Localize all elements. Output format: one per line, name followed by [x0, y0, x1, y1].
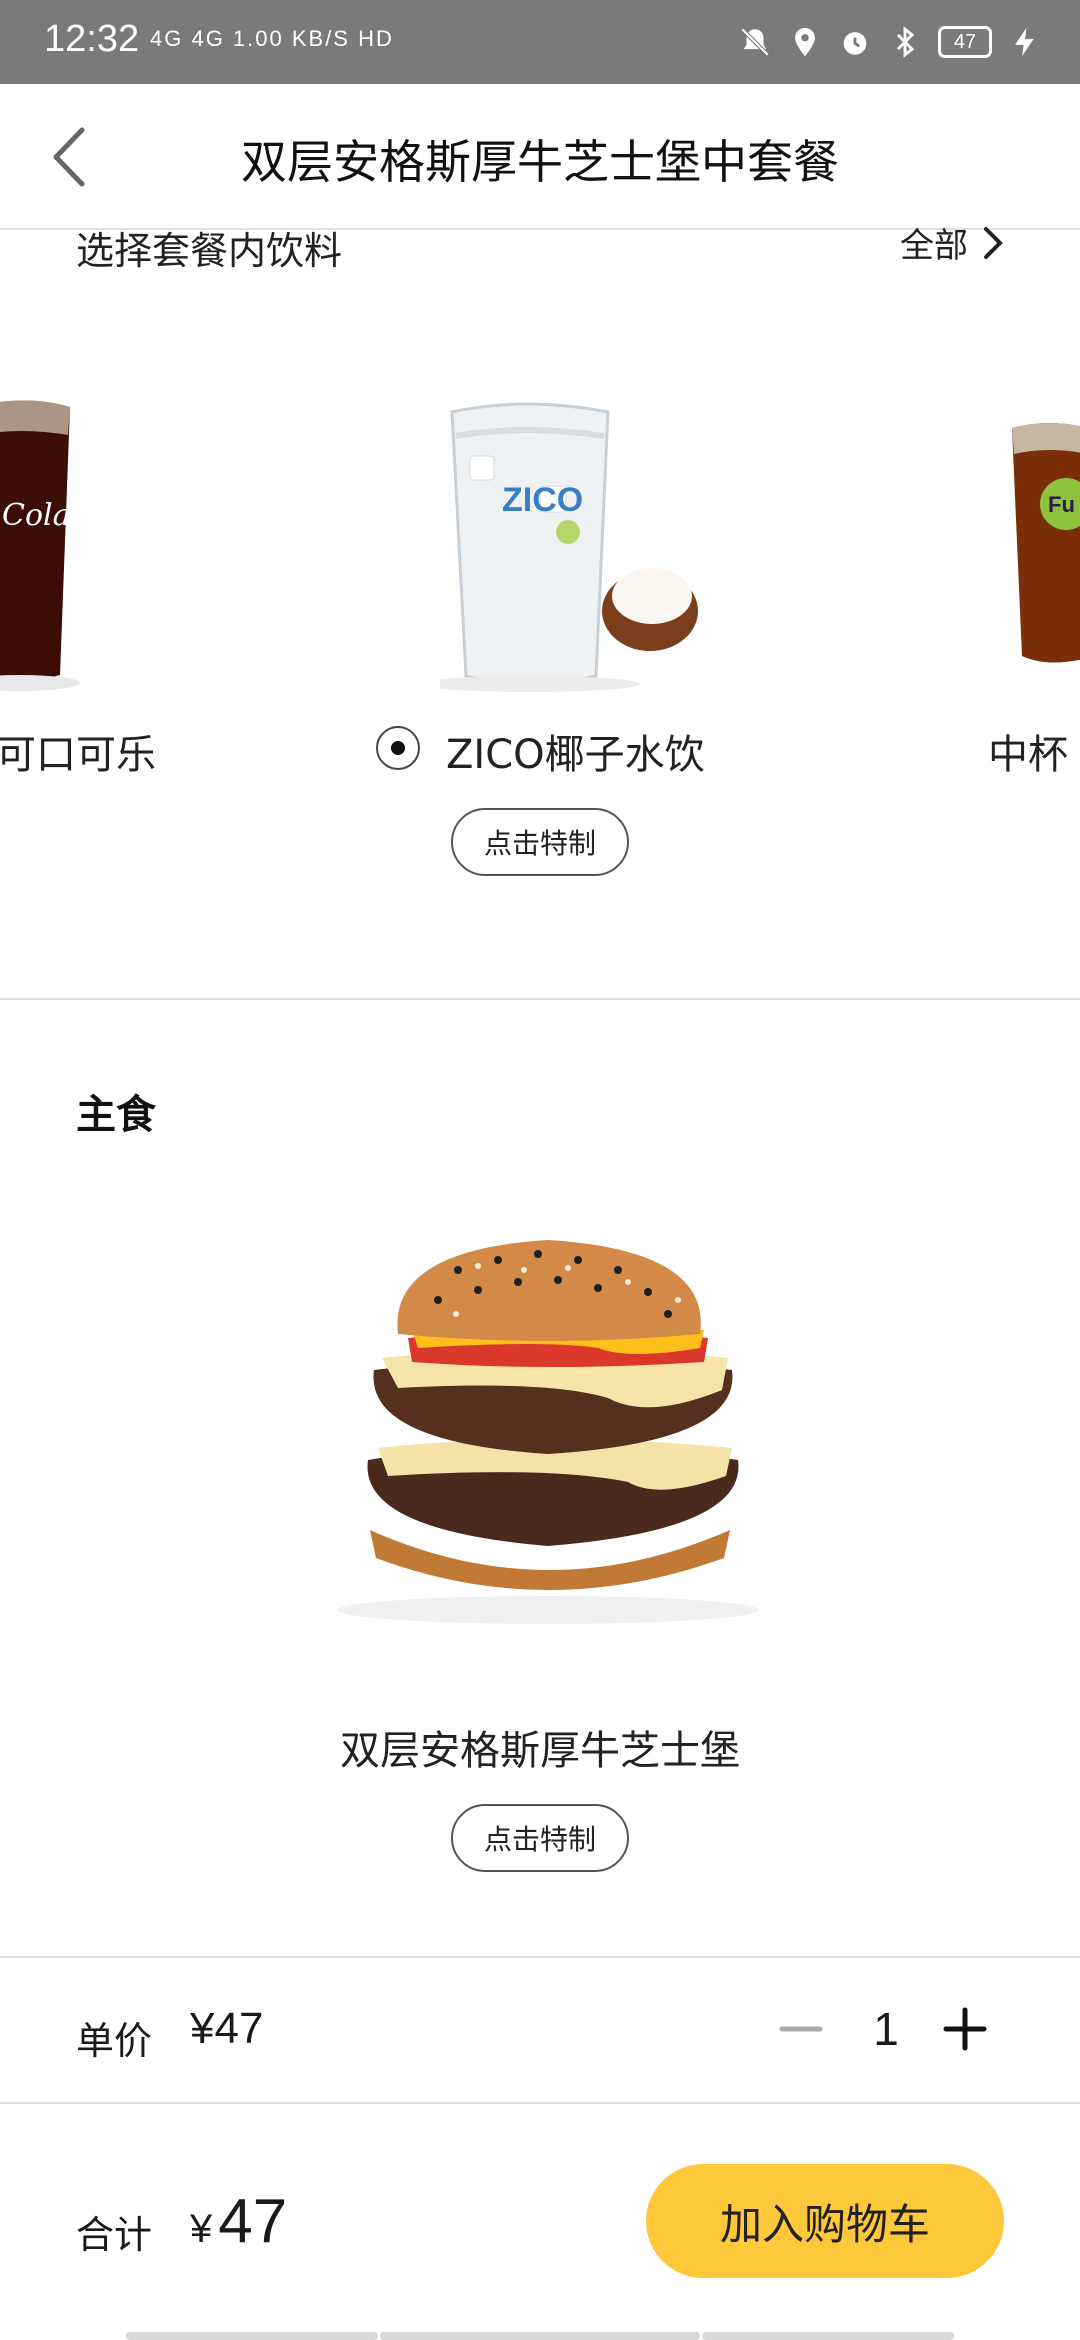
- drinks-heading: 选择套餐内饮料: [76, 229, 343, 273]
- minus-icon[interactable]: [776, 1994, 826, 2064]
- chevron-right-icon: [984, 226, 1003, 259]
- charging-icon: [1015, 27, 1034, 57]
- status-network: 4G 4G 1.00 KB/S HD: [150, 26, 394, 51]
- svg-text:Cola: Cola: [2, 498, 71, 533]
- status-bar: 12:32 4G 4G 1.00 KB/S HD 47: [0, 0, 1080, 84]
- status-icons: 47: [738, 22, 1042, 62]
- nav-indicator-left: [126, 2332, 378, 2340]
- all-drinks-label: 全部: [900, 226, 968, 266]
- nav-indicator-right: [702, 2332, 954, 2340]
- price-bottom-divider: [0, 2102, 1080, 2104]
- drink-label-zico: ZICO椰子水饮: [446, 732, 705, 778]
- main-course-heading: 主食: [76, 1092, 156, 1138]
- main-item-name: 双层安格斯厚牛芝士堡: [340, 1728, 740, 1774]
- page-header: 双层安格斯厚牛芝士堡中套餐: [0, 84, 1080, 230]
- battery-icon: 47: [938, 26, 992, 58]
- alarm-icon: [843, 32, 867, 55]
- drink-label-cola: 可口可乐: [0, 732, 156, 778]
- drink-label-tea: 中杯: [988, 732, 1068, 778]
- bluetooth-icon: [896, 26, 915, 58]
- burger-image[interactable]: [328, 1230, 768, 1630]
- page-title: 双层安格斯厚牛芝士堡中套餐: [241, 135, 839, 189]
- mute-bell-icon: [740, 27, 770, 57]
- main-customize-button[interactable]: 点击特制: [451, 1804, 629, 1872]
- plus-icon[interactable]: [940, 1994, 990, 2064]
- add-to-cart-button[interactable]: 加入购物车: [646, 2164, 1004, 2278]
- total-currency: ¥: [190, 2207, 213, 2251]
- svg-text:ZICO: ZICO: [502, 481, 583, 519]
- status-time: 12:32: [44, 18, 140, 60]
- drink-customize-button[interactable]: 点击特制: [451, 808, 629, 876]
- zico-drink-image[interactable]: ZICO: [440, 396, 720, 696]
- total-price: ¥47: [190, 2186, 287, 2257]
- svg-text:Fu: Fu: [1048, 492, 1075, 517]
- nav-indicator-center: [380, 2332, 700, 2340]
- fuze-tea-image[interactable]: Fu: [1008, 418, 1080, 668]
- quantity-value: 1: [873, 2003, 899, 2055]
- price-row: 单价 ¥47 1: [0, 1958, 1080, 2102]
- all-drinks-link[interactable]: 全部: [900, 218, 1004, 267]
- cola-cup-image[interactable]: Cola: [0, 395, 80, 695]
- section-divider: [0, 998, 1080, 1000]
- drink-radio-selected[interactable]: [376, 726, 420, 770]
- location-icon: [795, 27, 815, 57]
- total-value: 47: [218, 2187, 288, 2256]
- total-label: 合计: [76, 2213, 153, 2257]
- unit-price-value: ¥47: [190, 2004, 264, 2053]
- unit-price-label: 单价: [76, 2019, 153, 2063]
